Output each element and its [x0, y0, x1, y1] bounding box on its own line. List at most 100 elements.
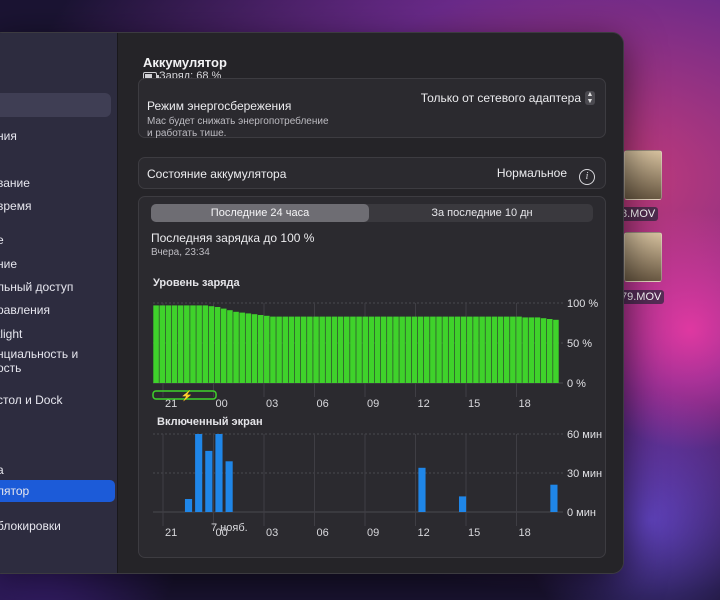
- x-tick-label: 12: [418, 398, 430, 410]
- x-tick-label: 03: [266, 527, 278, 539]
- chart-bar: [307, 316, 313, 383]
- chart-bar: [546, 319, 553, 383]
- chart-bar: [202, 305, 209, 383]
- last-charge-time: Вчера, 23:34: [151, 247, 210, 258]
- chart-bar: [454, 316, 461, 383]
- sidebar: ния вание время е ние льный доступ равления tli…: [0, 33, 118, 573]
- chart-bar: [294, 316, 301, 383]
- chart-bar: [325, 316, 332, 383]
- chart-bar: [368, 316, 375, 383]
- sidebar-item[interactable]: блокировки: [0, 519, 61, 533]
- sidebar-item[interactable]: tlight: [0, 327, 22, 341]
- chart-bar: [534, 317, 541, 383]
- chart-bar: [190, 305, 196, 383]
- sidebar-item[interactable]: нциальность и: [0, 347, 78, 361]
- y-tick-label: 0 мин: [567, 507, 596, 519]
- chart-bar: [387, 316, 393, 383]
- x-tick-label: 15: [468, 398, 480, 410]
- chart-bar: [313, 316, 319, 383]
- x-tick-label: 12: [418, 527, 430, 539]
- chart-bar: [356, 316, 362, 383]
- last-charge-title: Последняя зарядка до 100 %: [151, 231, 315, 245]
- chart-bar: [436, 316, 442, 383]
- desktop-file-label[interactable]: 8.MOV: [618, 207, 659, 221]
- chart-bar: [270, 316, 276, 383]
- low-power-mode-popup[interactable]: Только от сетевого адаптера ▲ ▼: [421, 91, 595, 105]
- tab-last-10-days[interactable]: За последние 10 дн: [371, 204, 593, 222]
- chart-bar: [399, 316, 405, 383]
- x-tick-label: 06: [317, 527, 329, 539]
- sidebar-item[interactable]: а: [0, 463, 4, 477]
- sidebar-item[interactable]: е: [0, 233, 4, 247]
- charging-bolt-icon: ⚡: [181, 389, 193, 402]
- chart-bar: [282, 316, 289, 383]
- battery-history-card: Последние 24 часа За последние 10 дн Пос…: [138, 196, 606, 558]
- sidebar-item[interactable]: льный доступ: [0, 280, 73, 294]
- chart-bar: [227, 310, 233, 383]
- sidebar-item[interactable]: время: [0, 199, 31, 213]
- battery-level-chart[interactable]: 100 % 50 % 0 % 21 00 03 06 09 12 15 18 ⚡: [139, 285, 605, 415]
- low-power-mode-row: Режим энергосбережения Мас будет снижать…: [138, 78, 606, 139]
- chart-bar: [405, 316, 412, 383]
- battery-health-row: Состояние аккумулятора Нормальное i: [138, 157, 606, 189]
- chart-bar: [423, 316, 430, 383]
- chart-bar: [411, 316, 418, 383]
- sidebar-item[interactable]: ость: [0, 361, 21, 375]
- y-tick-label: 100 %: [567, 298, 598, 310]
- low-power-mode-description-2: и работать тише.: [147, 128, 227, 139]
- chart-bar: [448, 316, 455, 383]
- desktop-file-thumbnail[interactable]: [624, 232, 662, 282]
- chart-bar: [184, 499, 193, 512]
- chart-bar: [491, 316, 498, 383]
- chart-bar: [350, 316, 356, 383]
- x-tick-label: 06: [317, 398, 329, 410]
- chart-bar: [177, 305, 184, 383]
- chart-bar: [196, 305, 202, 383]
- chart-bar: [276, 316, 282, 383]
- chart-bar: [214, 307, 221, 383]
- desktop-file-thumbnail[interactable]: [624, 150, 662, 200]
- chart-bar: [528, 317, 535, 383]
- chart-bar: [553, 319, 559, 383]
- low-power-mode-title: Режим энергосбережения: [147, 99, 292, 113]
- sidebar-search-field[interactable]: [0, 93, 111, 117]
- sidebar-item[interactable]: равления: [0, 303, 50, 317]
- sidebar-item[interactable]: лятор: [0, 480, 115, 502]
- info-icon[interactable]: i: [579, 169, 595, 185]
- chart-bar: [497, 316, 504, 383]
- sidebar-item[interactable]: вание: [0, 176, 30, 190]
- x-tick-label: 03: [266, 398, 278, 410]
- chart-bar: [264, 315, 270, 383]
- chart-bar: [343, 316, 350, 383]
- chart-bar: [184, 305, 190, 383]
- x-tick-label: 09: [367, 398, 379, 410]
- battery-health-title: Состояние аккумулятора: [147, 167, 287, 181]
- chart-bar: [516, 316, 522, 383]
- battery-pane: Аккумулятор Заряд: 68 % Режим энергосбер…: [118, 33, 623, 573]
- sidebar-item[interactable]: стол и Dock: [0, 393, 62, 407]
- history-range-segmented-control[interactable]: Последние 24 часа За последние 10 дн: [151, 204, 593, 222]
- chart-bar: [251, 314, 258, 383]
- x-tick-label: 15: [468, 527, 480, 539]
- chart-bar: [153, 305, 159, 383]
- chart-bar: [503, 316, 510, 383]
- chart-bar: [245, 313, 252, 383]
- tab-last-24-hours[interactable]: Последние 24 часа: [151, 204, 369, 222]
- desktop-file-label[interactable]: 79.MOV: [618, 290, 665, 304]
- x-tick-label: 21: [165, 527, 177, 539]
- sidebar-item[interactable]: ния: [0, 129, 17, 143]
- chart-bar: [362, 316, 369, 383]
- y-tick-label: 60 мин: [567, 429, 602, 441]
- chart-bar: [239, 312, 245, 383]
- sidebar-item[interactable]: ние: [0, 257, 17, 271]
- chart-bar: [208, 306, 215, 383]
- chart-bar: [225, 461, 233, 512]
- page-title: Аккумулятор: [143, 55, 227, 70]
- battery-health-value: Нормальное: [496, 166, 567, 180]
- chart-bar: [418, 467, 426, 512]
- y-tick-label: 0 %: [567, 378, 586, 390]
- y-tick-label: 50 %: [567, 338, 592, 350]
- screen-on-chart[interactable]: 60 мин30 мин0 мин21 00 03 06 09 12 15 18: [139, 422, 605, 552]
- chart-bar: [459, 496, 467, 512]
- chart-bar: [257, 315, 264, 383]
